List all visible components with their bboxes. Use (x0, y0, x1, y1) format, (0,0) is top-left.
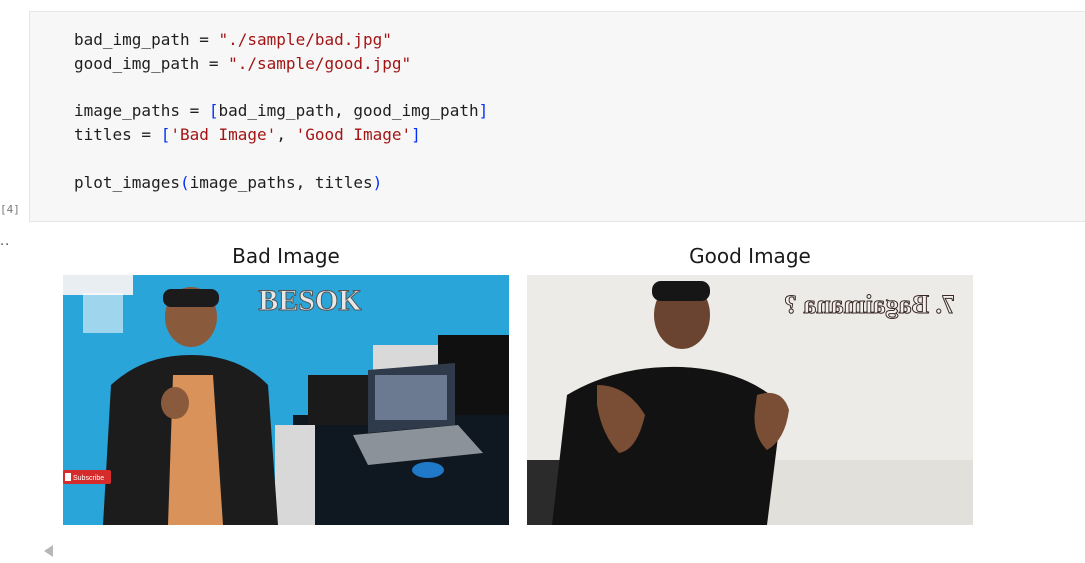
code-token: ] (411, 125, 421, 145)
code-cell[interactable]: bad_img_path = "./sample/bad.jpg" good_im… (29, 11, 1085, 222)
good-image: 7. Bagaimana ? (527, 275, 973, 525)
execution-count: [4] (0, 203, 20, 216)
code-token: good_img_path = (74, 53, 229, 73)
bad-image: Subscribe BESOK (63, 275, 509, 525)
code-token: titles = (74, 125, 161, 145)
good-image-title: Good Image (689, 244, 811, 268)
bad-image-title: Bad Image (232, 244, 340, 268)
code-line: plot_images(image_paths, titles) (74, 171, 488, 195)
code-token: 'Good Image' (295, 125, 412, 145)
code-token: "./sample/good.jpg" (228, 53, 412, 73)
code-token: image_paths = (74, 101, 209, 121)
code-line: bad_img_path = "./sample/bad.jpg" (74, 28, 488, 52)
scroll-left-arrow-icon[interactable] (44, 545, 53, 557)
bagaimana-overlay-text: 7. Bagaimana ? (784, 290, 955, 319)
code-token: [ (160, 125, 171, 145)
output-prompt[interactable]: .. (0, 234, 10, 249)
subscribe-badge: Subscribe (73, 475, 104, 482)
code-editor[interactable]: bad_img_path = "./sample/bad.jpg" good_im… (74, 28, 488, 195)
code-line: good_img_path = "./sample/good.jpg" (74, 52, 488, 76)
code-token: , (276, 125, 296, 145)
code-token: ) (372, 172, 383, 192)
code-token: bad_img_path, good_img_path (218, 101, 479, 121)
code-token: image_paths, titles (189, 172, 373, 192)
besok-overlay-text: BESOK (258, 284, 362, 317)
code-line: image_paths = [bad_img_path, good_img_pa… (74, 99, 488, 123)
code-token: [ (208, 101, 219, 121)
code-line: titles = ['Bad Image', 'Good Image'] (74, 123, 488, 147)
code-token: "./sample/bad.jpg" (218, 30, 392, 49)
code-token: bad_img_path = (74, 30, 219, 49)
code-token: 'Bad Image' (170, 125, 277, 145)
code-token: ( (179, 172, 190, 192)
code-token: ] (478, 101, 489, 121)
code-token: plot_images (74, 172, 180, 192)
